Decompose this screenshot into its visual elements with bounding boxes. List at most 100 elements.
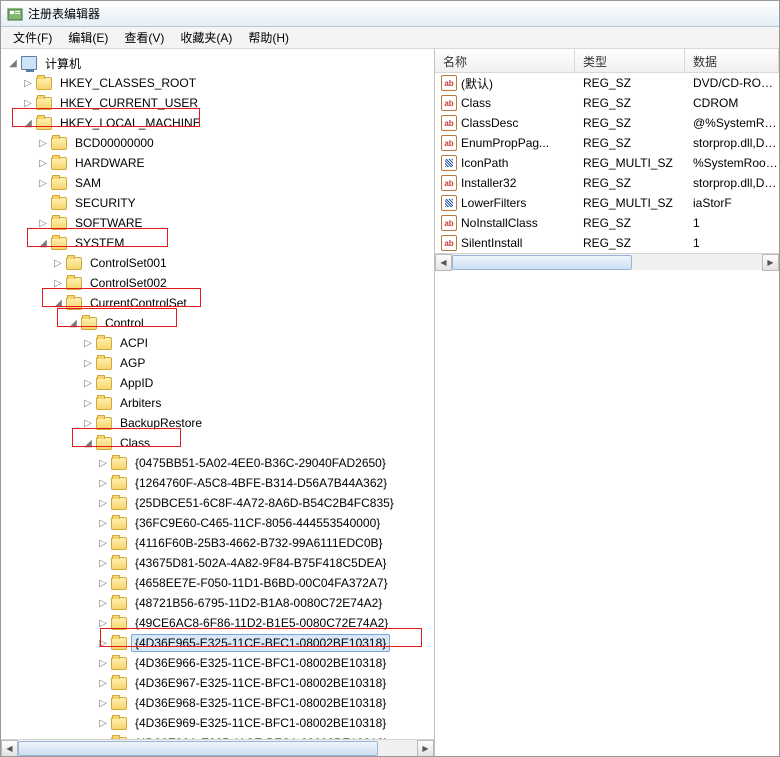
expand-toggle[interactable]: ▷ [97,597,109,609]
tree-h-scrollbar[interactable]: ◀ ▶ [1,739,434,756]
tree-guid-5[interactable]: ▷{43675D81-502A-4A82-9F84-B75F418C5DEA} [3,553,434,573]
value-row[interactable]: Installer32REG_SZstorprop.dll,DvdClassIn… [435,173,779,193]
tree-hkcu[interactable]: ▷HKEY_CURRENT_USER [3,93,434,113]
value-row[interactable]: NoInstallClassREG_SZ1 [435,213,779,233]
folder-icon [111,697,127,710]
value-row[interactable]: LowerFiltersREG_MULTI_SZiaStorF [435,193,779,213]
expand-toggle[interactable]: ◢ [37,237,49,249]
value-row[interactable]: (默认)REG_SZDVD/CD-ROM drives [435,73,779,93]
expand-toggle[interactable]: ▷ [97,617,109,629]
expand-toggle[interactable]: ◢ [7,57,19,69]
tree-cs002[interactable]: ▷ControlSet002 [3,273,434,293]
expand-toggle[interactable]: ▷ [97,537,109,549]
tree-security[interactable]: SECURITY [3,193,434,213]
tree-hklm[interactable]: ◢HKEY_LOCAL_MACHINE [3,113,434,133]
folder-icon [111,717,127,730]
scroll-right-button[interactable]: ▶ [762,254,779,271]
tree-guid-12[interactable]: ▷{4D36E968-E325-11CE-BFC1-08002BE10318} [3,693,434,713]
col-data[interactable]: 数据 [685,49,779,72]
tree-bcd[interactable]: ▷BCD00000000 [3,133,434,153]
tree-class[interactable]: ◢Class [3,433,434,453]
scroll-left-button[interactable]: ◀ [1,740,18,757]
tree-ccs[interactable]: ◢CurrentControlSet [3,293,434,313]
tree-guid-4[interactable]: ▷{4116F60B-25B3-4662-B732-99A6111EDC0B} [3,533,434,553]
value-row[interactable]: IconPathREG_MULTI_SZ%SystemRoot%\System3… [435,153,779,173]
tree-guid-8[interactable]: ▷{49CE6AC8-6F86-11D2-B1E5-0080C72E74A2} [3,613,434,633]
expand-toggle[interactable]: ▷ [97,637,109,649]
tree-root[interactable]: ◢计算机 [3,53,434,73]
menu-file[interactable]: 文件(F) [5,27,60,48]
tree-guid-0[interactable]: ▷{0475BB51-5A02-4EE0-B36C-29040FAD2650} [3,453,434,473]
tree-acpi[interactable]: ▷ACPI [3,333,434,353]
string-icon [441,175,457,191]
expand-toggle[interactable]: ▷ [82,357,94,369]
expand-toggle[interactable]: ▷ [52,257,64,269]
scroll-thumb[interactable] [18,741,378,756]
tree-guid-11[interactable]: ▷{4D36E967-E325-11CE-BFC1-08002BE10318} [3,673,434,693]
tree-guid-6[interactable]: ▷{4658EE7E-F050-11D1-B6BD-00C04FA372A7} [3,573,434,593]
expand-toggle[interactable]: ▷ [52,277,64,289]
value-row[interactable]: EnumPropPag...REG_SZstorprop.dll,DvdProp… [435,133,779,153]
scroll-thumb[interactable] [452,255,632,270]
folder-icon [36,77,52,90]
tree-cs001[interactable]: ▷ControlSet001 [3,253,434,273]
tree-guid-10[interactable]: ▷{4D36E966-E325-11CE-BFC1-08002BE10318} [3,653,434,673]
expand-toggle[interactable]: ▷ [82,337,94,349]
expand-toggle[interactable]: ▷ [37,157,49,169]
tree-hkcr[interactable]: ▷HKEY_CLASSES_ROOT [3,73,434,93]
expand-toggle[interactable]: ▷ [97,697,109,709]
expand-toggle[interactable]: ▷ [22,77,34,89]
tree-hardware[interactable]: ▷HARDWARE [3,153,434,173]
expand-toggle[interactable]: ◢ [22,117,34,129]
tree-arbiters[interactable]: ▷Arbiters [3,393,434,413]
expand-toggle[interactable]: ▷ [82,377,94,389]
tree-system[interactable]: ◢SYSTEM [3,233,434,253]
col-type[interactable]: 类型 [575,49,685,72]
menu-favorites[interactable]: 收藏夹(A) [172,27,240,48]
expand-toggle[interactable]: ▷ [37,217,49,229]
tree-backup[interactable]: ▷BackupRestore [3,413,434,433]
values-pane[interactable]: 名称 类型 数据 (默认)REG_SZDVD/CD-ROM drivesClas… [435,49,779,756]
expand-toggle[interactable]: ▷ [82,397,94,409]
tree-guid-3[interactable]: ▷{36FC9E60-C465-11CF-8056-444553540000} [3,513,434,533]
value-row[interactable]: ClassREG_SZCDROM [435,93,779,113]
tree-appid[interactable]: ▷AppID [3,373,434,393]
expand-toggle[interactable]: ◢ [82,437,94,449]
expand-toggle[interactable]: ▷ [97,497,109,509]
expand-toggle[interactable]: ▷ [97,457,109,469]
expand-toggle[interactable]: ▷ [97,717,109,729]
tree-guid-7[interactable]: ▷{48721B56-6795-11D2-B1A8-0080C72E74A2} [3,593,434,613]
list-header[interactable]: 名称 类型 数据 [435,49,779,73]
menu-view[interactable]: 查看(V) [116,27,172,48]
expand-toggle[interactable]: ▷ [82,417,94,429]
tree-pane[interactable]: ◢计算机▷HKEY_CLASSES_ROOT▷HKEY_CURRENT_USER… [1,49,435,756]
menu-edit[interactable]: 编辑(E) [60,27,116,48]
col-name[interactable]: 名称 [435,49,575,72]
tree-guid-13[interactable]: ▷{4D36E969-E325-11CE-BFC1-08002BE10318} [3,713,434,733]
tree-sam[interactable]: ▷SAM [3,173,434,193]
expand-toggle[interactable]: ▷ [37,177,49,189]
tree-agp[interactable]: ▷AGP [3,353,434,373]
expand-toggle[interactable]: ◢ [67,317,79,329]
scroll-left-button[interactable]: ◀ [435,254,452,271]
tree-guid-9[interactable]: ▷{4D36E965-E325-11CE-BFC1-08002BE10318} [3,633,434,653]
expand-toggle[interactable]: ▷ [97,477,109,489]
expand-toggle[interactable]: ▷ [97,517,109,529]
value-row[interactable]: SilentInstallREG_SZ1 [435,233,779,253]
tree-guid-1[interactable]: ▷{1264760F-A5C8-4BFE-B314-D56A7B44A362} [3,473,434,493]
expand-toggle[interactable]: ◢ [52,297,64,309]
tree-software[interactable]: ▷SOFTWARE [3,213,434,233]
expand-toggle[interactable]: ▷ [37,137,49,149]
tree-guid-2[interactable]: ▷{25DBCE51-6C8F-4A72-8A6D-B54C2B4FC835} [3,493,434,513]
expand-toggle[interactable]: ▷ [97,657,109,669]
scroll-right-button[interactable]: ▶ [417,740,434,757]
value-row[interactable]: ClassDescREG_SZ@%SystemRoot%\System32\..… [435,113,779,133]
folder-icon [111,477,127,490]
expand-toggle[interactable]: ▷ [97,677,109,689]
list-h-scrollbar[interactable]: ◀ ▶ [435,253,779,270]
expand-toggle[interactable]: ▷ [97,557,109,569]
tree-control[interactable]: ◢Control [3,313,434,333]
menu-help[interactable]: 帮助(H) [240,27,297,48]
expand-toggle[interactable]: ▷ [97,577,109,589]
expand-toggle[interactable]: ▷ [22,97,34,109]
